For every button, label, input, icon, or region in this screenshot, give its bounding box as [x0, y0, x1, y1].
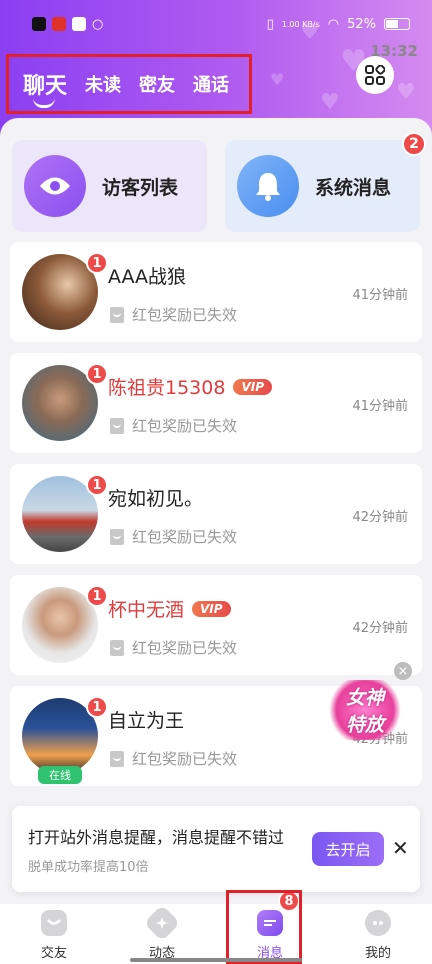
promo-line1: 女神 [345, 687, 384, 709]
net-speed: 1.00 KB/s [281, 19, 320, 29]
top-tabs: 聊天 未读 密友 通话 [6, 54, 252, 114]
contact-name: 陈祖贵15308 VIP [108, 373, 272, 400]
app-notification-icon [72, 17, 86, 31]
notice-title: 打开站外消息提醒，消息提醒不错过 [28, 828, 285, 847]
eye-icon [24, 155, 86, 217]
heart-icon: ♥ [396, 80, 416, 105]
online-badge: 在线 [38, 766, 82, 784]
last-message-text: 红包奖励已失效 [132, 528, 238, 546]
grid-icon [365, 65, 385, 85]
contact-name-text: 宛如初见。 [108, 488, 204, 510]
grid-menu-button[interactable] [356, 56, 394, 94]
nav-profile[interactable]: 我的 [324, 904, 432, 964]
last-message: 红包奖励已失效 [110, 748, 237, 769]
last-message-text: 红包奖励已失效 [132, 639, 238, 657]
contact-name-text: 杯中无酒 [108, 599, 185, 621]
conversation-item[interactable]: 1 AAA战狼 红包奖励已失效 41分钟前 [10, 242, 422, 342]
tab-unread[interactable]: 未读 [85, 71, 121, 97]
vip-badge: VIP [192, 600, 231, 617]
contact-name-text: 陈祖贵15308 [108, 377, 226, 399]
last-message-text: 红包奖励已失效 [132, 306, 238, 324]
message-time: 42分钟前 [352, 510, 408, 525]
tab-chat[interactable]: 聊天 [23, 68, 68, 108]
tab-calls[interactable]: 通话 [193, 71, 229, 97]
goddess-promo-banner[interactable]: 女神 特放 [328, 680, 402, 740]
conversation-item[interactable]: 1 陈祖贵15308 VIP 红包奖励已失效 41分钟前 [10, 353, 422, 453]
system-messages-label: 系统消息 [315, 176, 392, 199]
unread-badge: 1 [86, 696, 108, 718]
profile-icon [365, 910, 391, 936]
last-message: 红包奖励已失效 [110, 526, 237, 547]
unread-badge: 1 [86, 585, 108, 607]
message-time: 42分钟前 [352, 621, 408, 636]
visitor-list-label: 访客列表 [102, 176, 179, 199]
contact-name: 自立为王 [108, 706, 184, 733]
enable-notifications-button[interactable]: 去开启 [312, 832, 384, 866]
status-bar: 13:32 ○ ▯ 1.00 KB/s ◠ 52% [0, 0, 432, 60]
messages-highlight-box [226, 890, 302, 964]
last-message-text: 红包奖励已失效 [132, 750, 238, 768]
last-message-text: 红包奖励已失效 [132, 417, 238, 435]
contact-name: 宛如初见。 [108, 484, 203, 511]
nav-make-friends[interactable]: 交友 [0, 904, 108, 964]
heart-icon: ♥ [320, 90, 340, 115]
red-packet-icon [110, 306, 124, 323]
last-message: 红包奖励已失效 [110, 637, 237, 658]
red-packet-icon [110, 528, 124, 545]
battery-percent: 52% [347, 16, 376, 32]
nav-label: 交友 [40, 946, 67, 961]
app-notification-icon [52, 17, 66, 31]
quick-actions: 访客列表 系统消息 2 [12, 132, 426, 232]
bottom-nav: 交友 动态 消息 8 我的 [0, 890, 432, 964]
tiktok-icon [32, 17, 46, 31]
wifi-icon: ◠ [327, 16, 340, 32]
friends-icon [41, 910, 67, 936]
nav-moments[interactable]: 动态 [108, 904, 216, 964]
promo-close-button[interactable]: × [394, 662, 412, 680]
contact-name: AAA战狼 [108, 262, 186, 289]
heart-icon: ♥ [270, 70, 285, 89]
notice-close-button[interactable]: ✕ [392, 836, 409, 860]
battery-icon [384, 18, 410, 30]
red-packet-icon [110, 639, 124, 656]
vibrate-icon: ▯ [266, 16, 274, 32]
system-messages-card[interactable]: 系统消息 2 [225, 132, 426, 232]
unread-badge: 1 [86, 363, 108, 385]
home-indicator [130, 958, 302, 962]
main-panel: 访客列表 系统消息 2 1 AAA战狼 红包奖励已失效 41分钟前 1 陈祖贵1… [0, 118, 432, 908]
notification-prompt: 打开站外消息提醒，消息提醒不错过 脱单成功率提高10倍 去开启 ✕ [12, 806, 420, 892]
notice-subtitle: 脱单成功率提高10倍 [28, 860, 149, 875]
last-message: 红包奖励已失效 [110, 304, 237, 325]
bell-icon [237, 155, 299, 217]
unread-badge: 1 [86, 252, 108, 274]
nav-label: 我的 [364, 946, 391, 961]
unread-badge: 1 [86, 474, 108, 496]
tab-close-friends[interactable]: 密友 [139, 71, 175, 97]
promo-line2: 特放 [345, 714, 384, 736]
last-message: 红包奖励已失效 [110, 415, 237, 436]
message-time: 41分钟前 [352, 399, 408, 414]
contact-name: 杯中无酒 VIP [108, 595, 231, 622]
message-time: 41分钟前 [352, 288, 408, 303]
active-tab-indicator [33, 98, 55, 108]
sparkle-icon [143, 904, 181, 942]
search-icon: ○ [92, 16, 104, 32]
contact-name-text: AAA战狼 [108, 266, 187, 288]
tab-label: 聊天 [23, 74, 68, 99]
visitor-list-card[interactable]: 访客列表 [12, 140, 207, 232]
contact-name-text: 自立为王 [108, 710, 185, 732]
red-packet-icon [110, 417, 124, 434]
vip-badge: VIP [233, 378, 272, 395]
conversation-item[interactable]: 1 宛如初见。 红包奖励已失效 42分钟前 [10, 464, 422, 564]
conversation-item[interactable]: 1 杯中无酒 VIP 红包奖励已失效 42分钟前 [10, 575, 422, 675]
red-packet-icon [110, 750, 124, 767]
system-unread-badge: 2 [402, 132, 426, 156]
